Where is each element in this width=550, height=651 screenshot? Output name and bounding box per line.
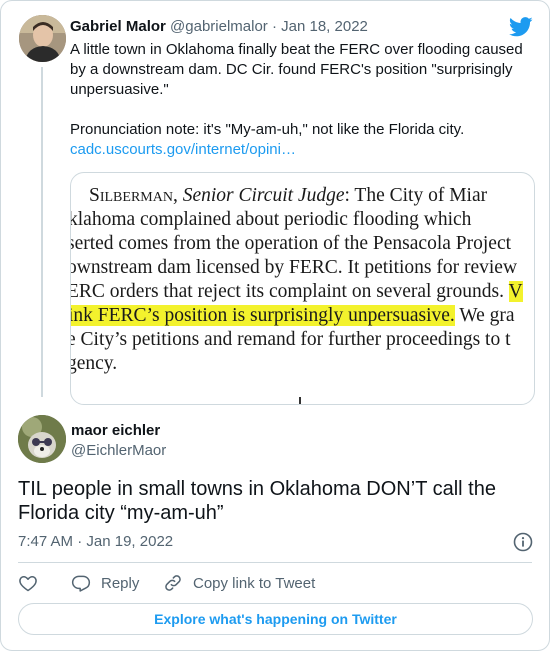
image-text-line: ink FERC’s position is surprisingly unpe…: [70, 305, 515, 326]
reply-icon: [71, 575, 91, 592]
twitter-bird-icon[interactable]: [508, 17, 533, 37]
image-page-mark: [299, 397, 301, 404]
copy-link-button[interactable]: Copy link to Tweet: [163, 571, 315, 595]
image-text-line: klahoma complained about periodic floodi…: [70, 209, 472, 230]
image-text-line: e City’s petitions and remand for furthe…: [70, 329, 511, 350]
image-text-line: ownstream dam licensed by FERC. It petit…: [70, 257, 518, 278]
gabriel-malor-avatar[interactable]: [19, 15, 66, 62]
image-text-line: serted comes from the operation of the P…: [70, 233, 512, 254]
reply-label: Reply: [101, 574, 140, 592]
link-icon: [165, 575, 181, 591]
quoted-tweet-header: Gabriel Malor @gabrielmalor · Jan 18, 20…: [70, 18, 368, 35]
divider: [18, 562, 532, 563]
quoted-tweet-paragraph-2: Pronunciation note: it's "My-am-uh," not…: [70, 121, 465, 138]
quoted-tweet-text: A little town in Oklahoma finally beat t…: [70, 40, 532, 160]
quoted-tweet-link[interactable]: cadc.uscourts.gov/internet/opini…: [70, 141, 296, 158]
highlighted-text: ink FERC’s position is surprisingly unpe…: [70, 305, 455, 326]
meta-separator: ·: [271, 18, 277, 35]
copy-link-label: Copy link to Tweet: [193, 574, 316, 592]
image-text-line: Silberman, Senior Circuit Judge: The Cit…: [89, 185, 488, 206]
tweet-timestamp[interactable]: 7:47 AM · Jan 19, 2022: [18, 533, 173, 550]
quoted-author-name[interactable]: Gabriel Malor: [70, 18, 166, 35]
tweet-embed-card: Gabriel Malor @gabrielmalor · Jan 18, 20…: [0, 0, 550, 651]
quoted-tweet-date[interactable]: Jan 18, 2022: [281, 18, 368, 35]
image-text-line: ERC orders that reject its complaint on …: [70, 281, 523, 302]
like-button[interactable]: [18, 571, 38, 595]
image-text-line: gency.: [70, 353, 118, 374]
tweet-text: TIL people in small towns in Oklahoma DO…: [18, 478, 496, 524]
maor-eichler-avatar[interactable]: [18, 415, 66, 463]
info-icon[interactable]: [513, 532, 533, 552]
quoted-tweet-paragraph-1: A little town in Oklahoma finally beat t…: [70, 41, 523, 98]
thread-connector-line: [41, 67, 43, 397]
quoted-tweet-image[interactable]: Silberman, Senior Circuit Judge: The Cit…: [70, 172, 535, 405]
heart-icon: [19, 576, 37, 592]
reply-button[interactable]: Reply: [71, 571, 139, 595]
explore-button[interactable]: Explore what's happening on Twitter: [18, 603, 533, 635]
quoted-author-handle[interactable]: @gabrielmalor: [170, 18, 268, 35]
author-handle[interactable]: @EichlerMaor: [71, 442, 166, 459]
author-name[interactable]: maor eichler: [71, 422, 160, 439]
